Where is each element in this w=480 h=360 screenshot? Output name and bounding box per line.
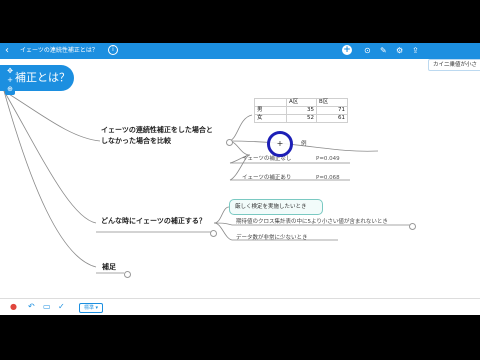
collapse-toggle[interactable] [210,230,217,237]
table-cell: 女 [254,114,287,123]
table-row: 男 35 71 [254,106,348,115]
table-cell: 52 [286,114,317,123]
data-table: A区 B区 男 35 71 女 52 61 [254,98,348,123]
compare-node-line2: しなかった場合を比較 [101,137,171,145]
cursor-plus-icon: + [276,139,284,148]
small-data-node[interactable]: データ数が非常に少ないとき [236,234,308,242]
collapse-toggle[interactable] [409,223,416,230]
record-icon[interactable]: ● [10,302,17,312]
zoom-select[interactable]: 標準 ▾ [79,303,103,313]
table-header-cell: A区 [286,98,317,107]
root-node-label: 補正とは？ [15,71,70,84]
target-icon[interactable]: ⊕ [5,85,15,94]
mindmap-screen: ‹ イェーツの連続性補正とは？ i + ⊙ ✎ ⚙ ⇪ カイ二乗値が小さ 補正と… [0,43,480,315]
when-node[interactable]: どんな時にイェーツの補正する？ [101,216,206,227]
collapse-toggle[interactable] [226,139,233,146]
strict-test-node[interactable]: 厳しく検定を実施したいとき [229,199,323,215]
cut-off-node-label: カイ二乗値が小さ [433,62,478,68]
compare-node[interactable]: イェーツの連続性補正をした場合と しなかった場合を比較 [101,125,213,147]
pointer-cursor-highlight: + [267,131,293,157]
expected-value-node[interactable]: 期待値のクロス集計表の中に5より小さい値が含まれないとき [236,218,388,226]
table-header-cell [254,98,287,107]
check-icon[interactable]: ✓ [58,302,65,312]
table-header-row: A区 B区 [254,98,348,107]
layout-icon[interactable]: ▭ [43,302,51,312]
side-toolbox: ✥ + ⊕ [5,67,15,95]
table-cell: 61 [316,114,348,123]
table-cell: 35 [286,106,317,115]
with-correction-node[interactable]: イェーツの補正あり [242,174,291,182]
move-icon[interactable]: ✥ [5,67,15,76]
strict-test-label: 厳しく検定を実施したいとき [235,204,307,210]
example-node[interactable]: 例 [301,140,307,148]
table-cell: 男 [254,106,287,115]
without-correction-p: P=0.049 [316,156,340,162]
cut-off-node[interactable]: カイ二乗値が小さ [428,59,480,71]
compare-node-line1: イェーツの連続性補正をした場合と [101,126,213,134]
with-correction-p: P=0.068 [316,175,340,181]
table-row: 女 52 61 [254,114,348,123]
add-icon[interactable]: + [5,76,15,85]
undo-icon[interactable]: ↶ [28,302,35,312]
bottom-toolbar: ● ↶ ▭ ✓ 標準 ▾ [0,298,480,315]
collapse-toggle[interactable] [124,271,131,278]
supplement-node[interactable]: 補足 [102,262,116,273]
table-header-cell: B区 [316,98,348,107]
table-cell: 71 [316,106,348,115]
